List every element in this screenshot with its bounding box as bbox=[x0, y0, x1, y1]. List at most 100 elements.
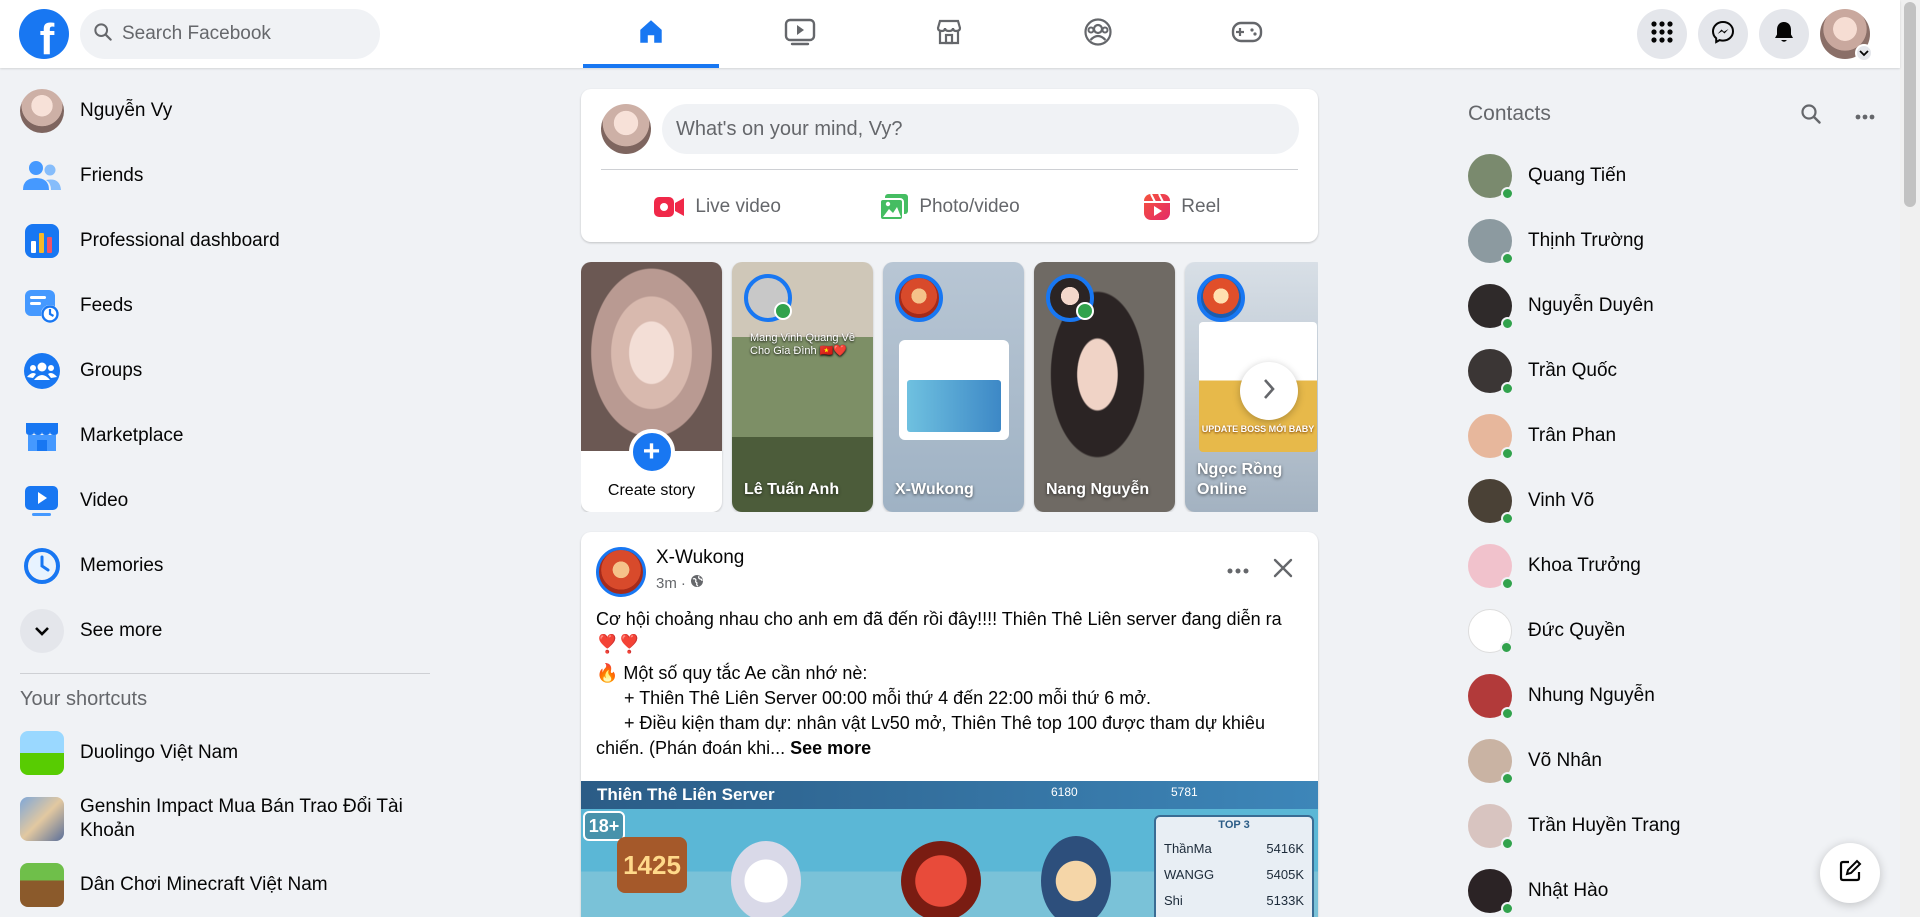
live-video-button[interactable]: Live video bbox=[601, 179, 833, 235]
ranking-row: ThầnMa 5416K bbox=[1164, 840, 1304, 856]
left-sidebar: Nguyễn Vy Friends Professional dashboard… bbox=[0, 68, 440, 917]
post-author-avatar[interactable] bbox=[596, 547, 646, 597]
post-author-name[interactable]: X-Wukong bbox=[656, 547, 744, 569]
scrollbar-thumb[interactable] bbox=[1904, 2, 1916, 207]
create-story-label: Create story bbox=[607, 482, 696, 499]
search-input[interactable] bbox=[122, 23, 342, 45]
sidebar-item-see-more[interactable]: See more bbox=[10, 598, 430, 663]
tab-marketplace[interactable] bbox=[881, 0, 1017, 68]
sidebar-item-friends[interactable]: Friends bbox=[10, 143, 430, 208]
contact-item[interactable]: Vinh Võ bbox=[1468, 468, 1680, 533]
contact-avatar bbox=[1468, 478, 1514, 525]
contact-item[interactable]: Đức Quyền bbox=[1468, 598, 1680, 663]
game-character bbox=[901, 841, 981, 917]
contact-avatar bbox=[1468, 218, 1514, 265]
create-story-card[interactable]: + Create story bbox=[581, 262, 722, 512]
photo-video-button[interactable]: Photo/video bbox=[833, 179, 1065, 235]
post-line: + Điều kiện tham dự: nhân vật Lv50 mở, T… bbox=[596, 713, 1265, 758]
post-options-button[interactable] bbox=[1218, 550, 1258, 590]
story-card[interactable]: Nang Nguyễn bbox=[1034, 262, 1175, 512]
contact-item[interactable]: Trần Quốc bbox=[1468, 338, 1680, 403]
sidebar-item-professional-dashboard[interactable]: Professional dashboard bbox=[10, 208, 430, 273]
notifications-button[interactable] bbox=[1759, 9, 1809, 59]
online-status-dot bbox=[1501, 836, 1514, 850]
contact-name: Thịnh Trường bbox=[1528, 229, 1645, 251]
story-name: Lê Tuấn Anh bbox=[744, 481, 840, 498]
contacts-search-button[interactable] bbox=[1793, 98, 1829, 134]
tab-video[interactable] bbox=[732, 0, 868, 68]
shortcut-item[interactable]: Duolingo Việt Nam bbox=[10, 723, 430, 783]
globe-icon bbox=[690, 574, 704, 592]
tab-home[interactable] bbox=[583, 0, 719, 68]
contact-item[interactable]: Trần Huyền Trang bbox=[1468, 793, 1680, 858]
close-icon bbox=[1273, 558, 1293, 583]
messenger-icon bbox=[1711, 20, 1735, 49]
post-image[interactable]: Thiên Thê Liên Server 6180 5781 18+ 1425… bbox=[581, 781, 1318, 917]
contact-item[interactable]: Trân Phan bbox=[1468, 403, 1680, 468]
story-post-preview bbox=[899, 340, 1009, 440]
contact-item[interactable]: Quang Tiến bbox=[1468, 143, 1680, 208]
story-card[interactable]: Mang Vinh Quang Về Cho Gia Đình 🇻🇳❤️ Lê … bbox=[732, 262, 873, 512]
header-actions bbox=[1637, 9, 1873, 62]
feed-post: X-Wukong 3m · Cơ hội choảng nhau cho anh… bbox=[581, 532, 1318, 917]
online-status-dot bbox=[1500, 640, 1513, 654]
stories-next-button[interactable] bbox=[1240, 362, 1298, 420]
shortcut-thumbnail bbox=[20, 731, 64, 775]
divider bbox=[601, 169, 1298, 170]
page-scrollbar[interactable] bbox=[1900, 0, 1920, 917]
sidebar-item-feeds[interactable]: Feeds bbox=[10, 273, 430, 338]
tab-gaming[interactable] bbox=[1179, 0, 1315, 68]
reel-button[interactable]: Reel bbox=[1066, 179, 1298, 235]
post-time[interactable]: 3m bbox=[656, 575, 677, 592]
home-icon bbox=[636, 17, 666, 52]
contacts-sidebar: Contacts Quang Tiến Thịnh Trường Nguyễn Du… bbox=[1460, 68, 1880, 917]
sidebar-item-memories[interactable]: Memories bbox=[10, 533, 430, 598]
account-avatar[interactable] bbox=[1820, 9, 1873, 62]
composer-input[interactable]: What's on your mind, Vy? bbox=[662, 104, 1299, 154]
contacts-options-button[interactable] bbox=[1847, 98, 1883, 134]
contact-item[interactable]: Nguyễn Duyên bbox=[1468, 273, 1680, 338]
sidebar-item-marketplace[interactable]: Marketplace bbox=[10, 403, 430, 468]
facebook-logo[interactable]: f bbox=[19, 9, 69, 59]
online-status-dot bbox=[1501, 251, 1514, 265]
shortcut-item[interactable]: Dân Chơi Minecraft Việt Nam bbox=[10, 855, 430, 915]
post-meta: 3m · bbox=[656, 574, 704, 592]
sidebar-item-profile[interactable]: Nguyễn Vy bbox=[10, 78, 430, 143]
messenger-button[interactable] bbox=[1698, 9, 1748, 59]
ranking-row: WANGG 5405K bbox=[1164, 866, 1304, 882]
hide-post-button[interactable] bbox=[1263, 550, 1303, 590]
shortcut-item[interactable]: Genshin Impact Mua Bán Trao Đổi Tài Khoả… bbox=[10, 789, 430, 849]
story-avatar bbox=[1046, 274, 1094, 322]
online-status-dot bbox=[1501, 316, 1514, 330]
search-icon bbox=[94, 22, 112, 46]
video-icon bbox=[784, 17, 816, 52]
story-photo bbox=[581, 262, 722, 451]
menu-button[interactable] bbox=[1637, 9, 1687, 59]
contact-item[interactable]: Nhung Nguyễn bbox=[1468, 663, 1680, 728]
see-more-link[interactable]: See more bbox=[790, 738, 871, 758]
plus-icon: + bbox=[628, 429, 675, 475]
online-status-dot bbox=[1501, 771, 1514, 785]
sidebar-item-label: Groups bbox=[80, 359, 143, 381]
marketplace-icon bbox=[934, 17, 964, 52]
contact-item[interactable]: Khoa Trưởng bbox=[1468, 533, 1680, 598]
sidebar-item-label: See more bbox=[80, 619, 163, 641]
sidebar-item-video[interactable]: Video bbox=[10, 468, 430, 533]
contact-item[interactable]: Nhật Hào bbox=[1468, 858, 1680, 917]
search-bar[interactable] bbox=[80, 9, 380, 59]
search-icon bbox=[1801, 103, 1821, 129]
contact-avatar bbox=[1468, 673, 1514, 720]
story-card[interactable]: X-Wukong bbox=[883, 262, 1024, 512]
contact-avatar bbox=[1468, 283, 1514, 330]
contact-item[interactable]: Thịnh Trường bbox=[1468, 208, 1680, 273]
contact-name: Trần Quốc bbox=[1528, 359, 1618, 381]
post-text: Cơ hội choảng nhau cho anh em đã đến rồi… bbox=[596, 607, 1303, 761]
tab-groups[interactable] bbox=[1030, 0, 1166, 68]
contact-item[interactable]: Võ Nhân bbox=[1468, 728, 1680, 793]
contacts-title: Contacts bbox=[1468, 102, 1551, 125]
contact-name: Võ Nhân bbox=[1528, 749, 1602, 771]
memories-icon bbox=[20, 544, 64, 588]
sidebar-item-groups[interactable]: Groups bbox=[10, 338, 430, 403]
action-label: Live video bbox=[695, 196, 781, 217]
new-message-button[interactable] bbox=[1820, 843, 1880, 903]
